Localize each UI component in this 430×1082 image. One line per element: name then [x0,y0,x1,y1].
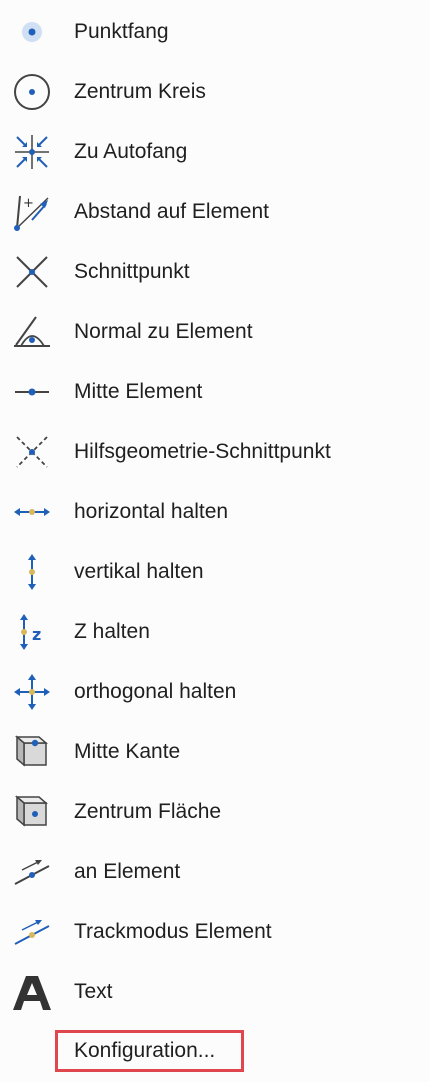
menu-item-abstand-auf-element[interactable]: + Abstand auf Element [0,182,430,242]
menu-item-schnittpunkt[interactable]: Schnittpunkt [0,242,430,302]
menu-item-label: an Element [74,860,181,883]
menu-item-label: Zentrum Fläche [74,800,222,823]
menu-item-label: horizontal halten [74,500,229,523]
menu-item-zentrum-kreis[interactable]: Zentrum Kreis [0,62,430,122]
menu-item-label: Mitte Element [74,380,203,403]
on-element-icon [10,851,54,893]
menu-item-label: Text [74,980,113,1003]
menu-item-label: Normal zu Element [74,320,253,343]
intersection-icon [10,251,54,293]
normal-to-element-icon [10,311,54,353]
menu-item-orthogonal-halten[interactable]: orthogonal halten [0,662,430,722]
menu-item-label: Trackmodus Element [74,920,272,943]
menu-item-label: Hilfsgeometrie-Schnittpunkt [74,440,331,463]
menu-item-label: Zentrum Kreis [74,80,206,103]
snap-options-menu: Punktfang Zentrum Kreis Zu Autofang + Ab… [0,0,430,1082]
text-icon [10,971,54,1013]
distance-on-element-icon: + [10,191,54,233]
hold-z-icon: z [10,611,54,653]
construction-intersection-icon [10,431,54,473]
menu-item-hilfsgeometrie-schnittpunkt[interactable]: Hilfsgeometrie-Schnittpunkt [0,422,430,482]
svg-text:z: z [32,625,41,644]
menu-item-label: Abstand auf Element [74,200,269,223]
configuration-label: Konfiguration... [74,1039,216,1062]
menu-item-normal-zu-element[interactable]: Normal zu Element [0,302,430,362]
svg-text:+: + [23,196,34,211]
menu-item-an-element[interactable]: an Element [0,842,430,902]
face-center-icon [10,791,54,833]
hold-vertical-icon [10,551,54,593]
menu-item-label: vertikal halten [74,560,204,583]
point-snap-icon [10,11,54,53]
menu-item-label: Schnittpunkt [74,260,190,283]
configuration-button[interactable]: Konfiguration... [55,1030,244,1072]
menu-item-mitte-element[interactable]: Mitte Element [0,362,430,422]
auto-snap-icon [10,131,54,173]
edge-midpoint-icon [10,731,54,773]
circle-center-icon [10,71,54,113]
menu-item-zu-autofang[interactable]: Zu Autofang [0,122,430,182]
menu-item-z-halten[interactable]: z Z halten [0,602,430,662]
menu-item-zentrum-flaeche[interactable]: Zentrum Fläche [0,782,430,842]
menu-item-label: orthogonal halten [74,680,237,703]
menu-item-label: Punktfang [74,20,169,43]
menu-item-label: Mitte Kante [74,740,181,763]
menu-item-trackmodus-element[interactable]: Trackmodus Element [0,902,430,962]
menu-item-label: Zu Autofang [74,140,188,163]
menu-item-horizontal-halten[interactable]: horizontal halten [0,482,430,542]
menu-item-vertikal-halten[interactable]: vertikal halten [0,542,430,602]
track-mode-element-icon [10,911,54,953]
menu-item-mitte-kante[interactable]: Mitte Kante [0,722,430,782]
menu-item-label: Z halten [74,620,150,643]
element-midpoint-icon [10,371,54,413]
hold-horizontal-icon [10,491,54,533]
hold-orthogonal-icon [10,671,54,713]
menu-item-text[interactable]: Text [0,962,430,1022]
menu-item-punktfang[interactable]: Punktfang [0,2,430,62]
